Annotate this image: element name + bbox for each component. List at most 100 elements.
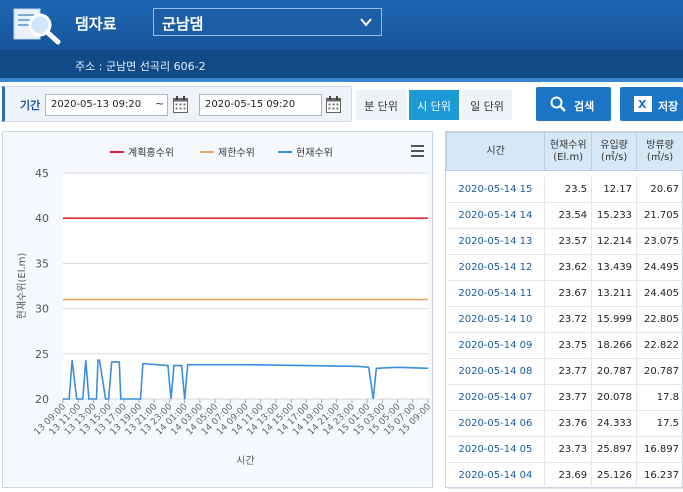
- table-row[interactable]: 2020-05-14 11 23.67 13.211 24.405: [446, 280, 683, 307]
- row-outflow: 23.075: [636, 228, 683, 255]
- row-level: 23.62: [544, 254, 593, 281]
- header-time: 시간: [445, 132, 546, 171]
- row-level: 23.57: [544, 228, 593, 255]
- row-time: 2020-05-14 10: [446, 306, 546, 333]
- dam-select-value: 군남댐: [162, 15, 204, 33]
- divider-stripe: [0, 78, 683, 82]
- row-inflow: 12.17: [591, 176, 638, 203]
- row-inflow: 13.439: [591, 254, 638, 281]
- y-tick-label: 40: [35, 212, 49, 225]
- row-level: 23.77: [544, 384, 593, 411]
- row-inflow: 20.787: [591, 358, 638, 385]
- unit-hour-button[interactable]: 시 단위: [409, 90, 459, 120]
- save-button-label: 저장: [658, 100, 679, 113]
- row-inflow: 25.897: [591, 436, 638, 463]
- row-outflow: 22.805: [636, 306, 683, 333]
- row-inflow: 24.333: [591, 410, 638, 437]
- table-row[interactable]: 2020-05-14 09 23.75 18.266 22.822: [446, 332, 683, 359]
- row-time: 2020-05-14 08: [446, 358, 546, 385]
- date-range-box: 기간 2020-05-13 09:20 ~ 2020-05-15 09:20: [2, 86, 352, 122]
- period-label: 기간: [20, 99, 41, 112]
- row-time: 2020-05-14 15: [446, 176, 546, 203]
- row-level: 23.67: [544, 280, 593, 307]
- row-time: 2020-05-14 11: [446, 280, 546, 307]
- table-row[interactable]: 2020-05-14 08 23.77 20.787 20.787: [446, 358, 683, 385]
- row-time: 2020-05-14 09: [446, 332, 546, 359]
- search-icon: [550, 96, 566, 112]
- search-button[interactable]: 검색: [536, 87, 611, 121]
- y-tick-label: 35: [35, 257, 49, 270]
- data-table: 시간 현재수위 (El.m) 유입량 (㎥/s) 방류량 (㎥/s) 2020-05-…: [445, 132, 683, 489]
- table-header-row: 시간 현재수위 (El.m) 유입량 (㎥/s) 방류량 (㎥/s): [445, 132, 683, 171]
- save-button[interactable]: X 저장: [620, 87, 683, 121]
- table-row[interactable]: 2020-05-14 06 23.76 24.333 17.5: [446, 410, 683, 437]
- row-time: 2020-05-14 13: [446, 228, 546, 255]
- unit-day-button[interactable]: 일 단위: [462, 90, 512, 120]
- row-level: 23.54: [544, 202, 593, 229]
- address-text: 주소 : 군남면 선곡리 606-2: [75, 60, 206, 73]
- row-inflow: 15.999: [591, 306, 638, 333]
- address-bar: 주소 : 군남면 선곡리 606-2: [0, 50, 683, 78]
- legend-label: 제한수위: [218, 146, 255, 159]
- svg-text:X: X: [638, 98, 647, 111]
- row-level: 23.73: [544, 436, 593, 463]
- row-outflow: 24.495: [636, 254, 683, 281]
- row-level: 23.69: [544, 462, 593, 489]
- table-row[interactable]: 2020-05-14 05 23.73 25.897 16.897: [446, 436, 683, 463]
- header-inflow: 유입량 (㎥/s): [591, 132, 638, 171]
- app-title: 댐자료: [75, 15, 117, 33]
- row-outflow: 16.237: [636, 462, 683, 489]
- table-row[interactable]: 2020-05-14 15 23.5 12.17 20.67: [446, 176, 683, 203]
- filter-row: 기간 2020-05-13 09:20 ~ 2020-05-15 09:20 분…: [0, 86, 683, 122]
- dam-select[interactable]: 군남댐: [153, 8, 382, 36]
- row-outflow: 17.8: [636, 384, 683, 411]
- calendar-icon[interactable]: [173, 96, 188, 113]
- row-time: 2020-05-14 12: [446, 254, 546, 281]
- excel-icon: X: [634, 96, 652, 112]
- row-time: 2020-05-14 06: [446, 410, 546, 437]
- magnifier-document-icon: [13, 8, 61, 45]
- y-tick-label: 45: [35, 167, 49, 180]
- unit-minute-button[interactable]: 분 단위: [356, 90, 406, 120]
- app-header: 댐자료 군남댐: [0, 0, 683, 50]
- table-row[interactable]: 2020-05-14 04 23.69 25.126 16.237: [446, 462, 683, 489]
- row-level: 23.76: [544, 410, 593, 437]
- table-row[interactable]: 2020-05-14 13 23.57 12.214 23.075: [446, 228, 683, 255]
- row-time: 2020-05-14 04: [446, 462, 546, 489]
- start-date-input[interactable]: 2020-05-13 09:20: [45, 94, 168, 116]
- chart-menu-icon[interactable]: [411, 145, 424, 157]
- data-table-panel: 시간 현재수위 (El.m) 유입량 (㎥/s) 방류량 (㎥/s) 2020-05-…: [445, 131, 683, 489]
- table-row[interactable]: 2020-05-14 07 23.77 20.078 17.8: [446, 384, 683, 411]
- y-tick-label: 30: [35, 303, 49, 316]
- row-inflow: 12.214: [591, 228, 638, 255]
- row-inflow: 20.078: [591, 384, 638, 411]
- legend-label: 현재수위: [296, 146, 333, 159]
- row-time: 2020-05-14 07: [446, 384, 546, 411]
- y-axis-label: 현재수위(El.m): [15, 253, 28, 320]
- range-separator: ~: [155, 97, 165, 110]
- table-body: 2020-05-14 15 23.5 12.17 20.67 2020-05-14 14…: [446, 171, 683, 489]
- search-button-label: 검색: [574, 100, 595, 113]
- water-level-chart: 20 25 30 35 40 45 현재수위(El.m) 13 09:00 13 11:00 13…: [2, 131, 433, 488]
- table-row[interactable]: 2020-05-14 14 23.54 15.233 21.705: [446, 202, 683, 229]
- row-outflow: 24.405: [636, 280, 683, 307]
- y-tick-label: 25: [35, 348, 49, 361]
- row-inflow: 15.233: [591, 202, 638, 229]
- table-row[interactable]: 2020-05-14 12 23.62 13.439 24.495: [446, 254, 683, 281]
- header-outflow: 방류량 (㎥/s): [636, 132, 683, 171]
- row-outflow: 16.897: [636, 436, 683, 463]
- row-inflow: 25.126: [591, 462, 638, 489]
- row-level: 23.5: [544, 176, 593, 203]
- row-time: 2020-05-14 05: [446, 436, 546, 463]
- table-row[interactable]: 2020-05-14 10 23.72 15.999 22.805: [446, 306, 683, 333]
- row-outflow: 17.5: [636, 410, 683, 437]
- legend-label: 계획홍수위: [128, 146, 174, 159]
- x-axis-label: 시간: [236, 455, 254, 467]
- calendar-icon[interactable]: [326, 96, 341, 113]
- row-inflow: 18.266: [591, 332, 638, 359]
- end-date-input[interactable]: 2020-05-15 09:20: [199, 94, 322, 116]
- row-level: 23.72: [544, 306, 593, 333]
- row-level: 23.77: [544, 358, 593, 385]
- row-time: 2020-05-14 14: [446, 202, 546, 229]
- chevron-down-icon: [360, 18, 372, 27]
